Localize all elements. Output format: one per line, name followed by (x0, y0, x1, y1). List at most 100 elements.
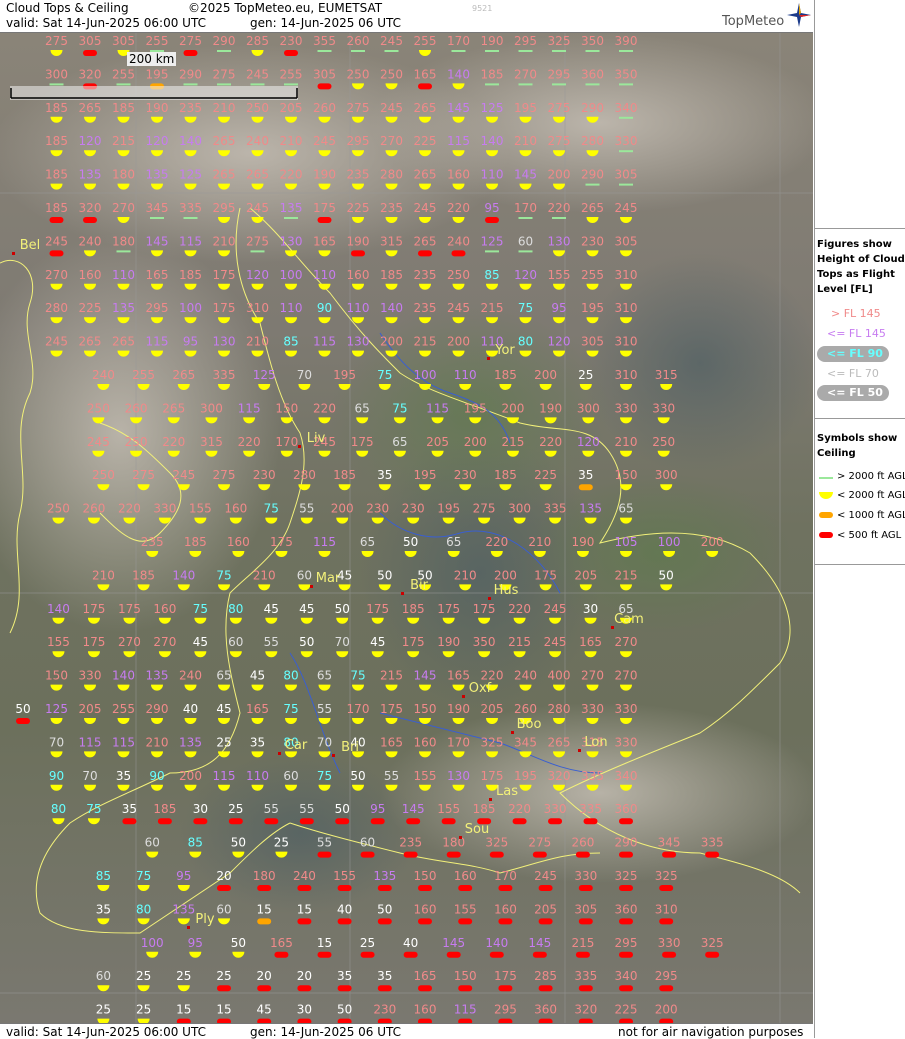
cloud-top-value: 175 (494, 969, 517, 983)
cloud-top-value: 120 (577, 435, 600, 449)
cloud-top-value: 15 (317, 936, 332, 950)
satellite-map[interactable]: 275 305 305 255 275 290 285 230 355 260 245 255 170 1… (0, 33, 813, 1023)
cloud-top-value: 70 (335, 635, 350, 649)
ceiling-yellow-icon (553, 684, 565, 691)
cloud-top-value: 160 (414, 1003, 437, 1017)
ceiling-yellow-icon (419, 50, 431, 56)
ceiling-red-icon (578, 918, 593, 925)
cloud-top-value: 210 (92, 568, 115, 582)
cloud-top-value: 250 (347, 67, 370, 81)
cloud-top-value: 115 (454, 1003, 477, 1017)
cloud-top-value: 295 (655, 969, 678, 983)
cloud-top-value: 310 (615, 301, 638, 315)
cloud-top-value: 245 (246, 67, 269, 81)
ceiling-yellow-icon (123, 651, 136, 658)
cloud-top-value: 145 (514, 168, 537, 182)
cloud-top-value: 75 (518, 301, 533, 315)
ceiling-yellow-icon (385, 684, 398, 691)
ceiling-red-icon (662, 951, 677, 958)
cloud-top-value: 330 (615, 401, 638, 415)
ceiling-red-icon (446, 951, 461, 958)
cloud-top-value: 190 (481, 34, 504, 48)
ceiling-red-icon (217, 985, 231, 992)
cloud-top-value: 305 (574, 902, 597, 916)
cloud-top-value: 335 (544, 502, 567, 516)
cloud-top-value: 225 (615, 1003, 638, 1017)
cloud-top-value: 50 (377, 902, 392, 916)
cloud-top-value: 205 (481, 702, 504, 716)
cloud-top-value: 170 (347, 702, 370, 716)
cloud-top-value: 145 (442, 936, 465, 950)
cloud-top-value: 210 (253, 568, 276, 582)
cloud-top-value: 265 (246, 168, 269, 182)
city-label: Bir (410, 578, 429, 593)
cloud-top-value: 225 (79, 301, 102, 315)
cloud-top-value: 335 (574, 969, 597, 983)
cloud-top-value: 240 (514, 669, 537, 683)
city-label: Cam (614, 612, 644, 627)
cloud-top-value: 250 (380, 67, 403, 81)
cloud-top-value: 245 (246, 201, 269, 215)
ceiling-yellow-icon (50, 50, 63, 56)
ceiling-yellow-icon (184, 684, 197, 691)
ceiling-yellow-icon (50, 718, 63, 724)
cloud-top-value: 185 (402, 602, 425, 616)
ceiling-yellow-icon (385, 283, 398, 290)
cloud-top-value: 140 (485, 936, 508, 950)
cloud-top-value: 190 (447, 702, 470, 716)
cloud-top-value: 55 (317, 836, 332, 850)
cloud-top-value: 65 (618, 502, 633, 516)
legend-fl-90-pill: <= FL 90 (817, 346, 889, 362)
cloud-top-value: 230 (402, 502, 425, 516)
city-label: Bel (20, 238, 41, 253)
cloud-top-value: 205 (280, 101, 303, 115)
cloud-top-value: 265 (162, 401, 185, 415)
ceiling-yellow-icon (117, 784, 130, 791)
cloud-top-value: 275 (213, 67, 236, 81)
cloud-top-value: 70 (82, 769, 97, 783)
ceiling-yellow-icon (218, 751, 230, 758)
ceiling-yellow-icon (84, 684, 96, 691)
cloud-top-value: 360 (534, 1003, 557, 1017)
cloud-top-value: 275 (528, 836, 551, 850)
ceiling-yellow-icon (251, 283, 264, 290)
ceiling-yellow-icon (251, 317, 264, 324)
cloud-top-value: 175 (313, 201, 336, 215)
cloud-top-value: 220 (118, 502, 141, 516)
cloud-top-value: 305 (313, 67, 336, 81)
ceiling-yellow-icon (352, 718, 364, 724)
cloud-top-value: 175 (380, 702, 403, 716)
ceiling-red-icon (297, 885, 312, 891)
ceiling-yellow-icon (151, 751, 163, 758)
cloud-top-value: 160 (153, 602, 176, 616)
ceiling-red-icon (360, 951, 375, 958)
cloud-top-value: 25 (216, 735, 231, 749)
cloud-top-value: 240 (179, 669, 202, 683)
cloud-top-value: 295 (514, 34, 537, 48)
cloud-top-value: 255 (112, 702, 135, 716)
ceiling-yellow-icon (586, 250, 599, 257)
cloud-top-value: 85 (96, 869, 111, 883)
city-dot-icon (278, 752, 281, 755)
ceiling-red-icon (418, 885, 432, 891)
cloud-top-value: 330 (581, 702, 604, 716)
cloud-top-value: 145 (414, 669, 437, 683)
cloud-top-value: 45 (264, 602, 279, 616)
ceiling-red-icon (83, 217, 97, 223)
cloud-top-value: 120 (514, 268, 537, 282)
cloud-top-value: 140 (112, 669, 135, 683)
ceiling-yellow-icon (97, 918, 110, 925)
ceiling-red-icon (16, 718, 30, 724)
cloud-top-value: 260 (347, 34, 370, 48)
cloud-top-value: 160 (227, 535, 250, 549)
cloud-top-value: 115 (313, 335, 336, 349)
cloud-top-value: 205 (574, 568, 597, 582)
city-label: Oxf (469, 681, 492, 696)
cloud-top-value: 260 (313, 101, 336, 115)
city-label: Yor (494, 343, 515, 358)
cloud-top-value: 265 (414, 234, 437, 248)
cloud-top-value: 185 (112, 101, 135, 115)
cloud-top-value: 270 (581, 669, 604, 683)
city-dot-icon (489, 798, 492, 801)
cloud-top-value: 235 (347, 168, 370, 182)
